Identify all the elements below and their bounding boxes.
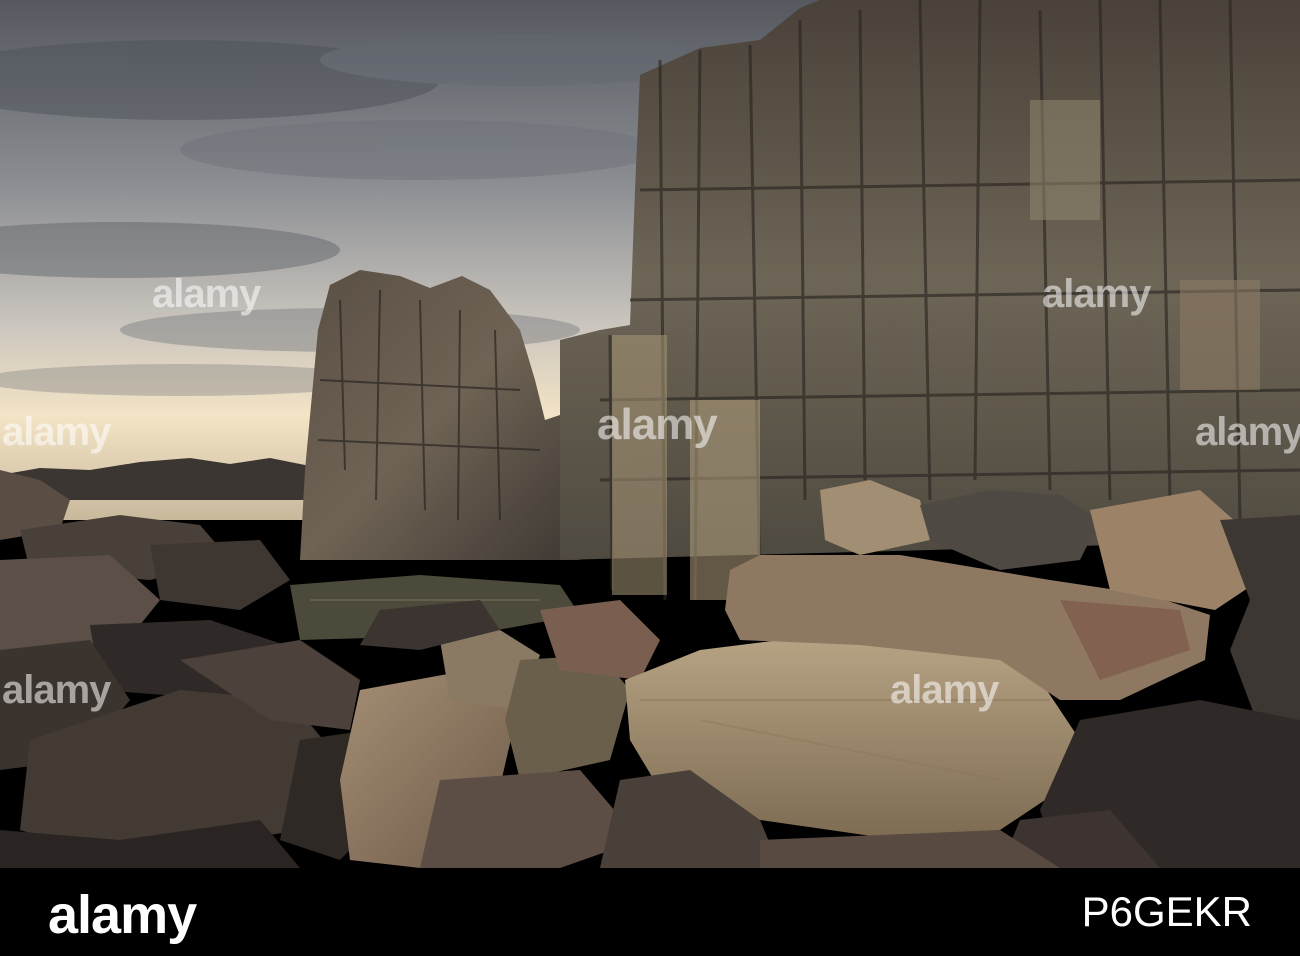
alamy-logo: alamy (48, 885, 197, 945)
watermark-middle-left: alamy (2, 410, 111, 454)
watermark-bottom-right: alamy (890, 668, 999, 712)
watermark-top-left: alamy (152, 272, 261, 316)
watermark-center: alamy (597, 400, 718, 449)
image-id: P6GEKR (1081, 888, 1252, 935)
watermark-middle-right: alamy (1195, 410, 1300, 454)
watermark-top-right: alamy (1042, 272, 1151, 316)
landscape-photo: alamy alamy alamy alamy alamy alamy alam… (0, 0, 1300, 868)
footer-bar: alamy P6GEKR (0, 868, 1300, 956)
watermark-bottom-left: alamy (2, 668, 111, 712)
